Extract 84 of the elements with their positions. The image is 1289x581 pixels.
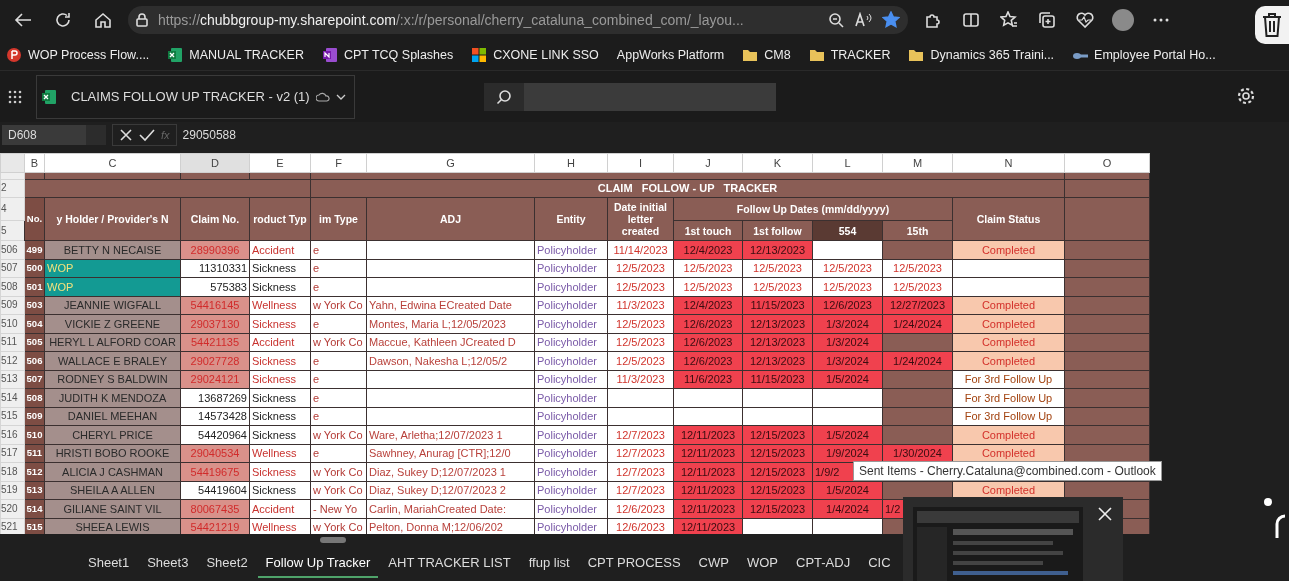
bookmark[interactable]: Employee Portal Ho...: [1072, 47, 1216, 63]
search-icon[interactable]: [496, 89, 512, 105]
cloud-icon: [315, 91, 330, 102]
heart-pulse-icon[interactable]: [1075, 11, 1095, 29]
sheet-tab[interactable]: CIC: [860, 549, 899, 578]
column-header[interactable]: O: [1064, 153, 1150, 172]
column-heading: Entity: [534, 197, 608, 241]
app-launcher-icon[interactable]: [8, 89, 22, 104]
excel-icon: [167, 47, 184, 63]
column-header[interactable]: L: [812, 153, 883, 172]
url-text: https://chubbgroup-my.sharepoint.com/:x:/r/personal/cherry_cataluna_combined_com/_layou...: [158, 12, 745, 28]
document-title[interactable]: CLAIMS FOLLOW UP TRACKER - v2 (1): [36, 74, 355, 119]
folder-icon: [742, 47, 759, 63]
settings-icon[interactable]: [1237, 87, 1255, 105]
pdf-icon: [6, 47, 22, 63]
star-icon[interactable]: [882, 11, 900, 29]
close-icon: [1098, 507, 1112, 521]
column-heading: Follow Up Dates (mm/dd/yyyy): [673, 197, 953, 221]
trash-icon[interactable]: [1261, 12, 1283, 38]
column-heading: Claim No.: [180, 197, 250, 241]
tiles-icon: [471, 47, 488, 63]
column-header[interactable]: K: [742, 153, 813, 172]
excel-icon: [41, 88, 57, 105]
sheet-tab[interactable]: CWP: [690, 549, 737, 578]
column-header[interactable]: J: [673, 153, 743, 172]
formula-value: 29050588: [182, 128, 236, 142]
bookmark[interactable]: TRACKER: [808, 47, 891, 63]
column-header[interactable]: G: [366, 153, 535, 172]
bookmark[interactable]: AppWorks Platform: [616, 48, 725, 62]
column-heading: roduct Typ: [249, 197, 311, 241]
column-header[interactable]: N: [952, 153, 1065, 172]
lock-icon: [136, 13, 148, 27]
profile-avatar[interactable]: [1112, 9, 1134, 31]
sheet-tab[interactable]: CPT PROCESS: [579, 549, 689, 578]
row-number: 5: [0, 220, 25, 241]
column-header[interactable]: E: [249, 153, 311, 172]
row-number: 4: [0, 197, 25, 221]
column-heading: No.: [24, 197, 45, 241]
bookmark[interactable]: CM8: [742, 47, 791, 63]
column-heading: im Type: [310, 197, 367, 241]
column-header[interactable]: F: [310, 153, 367, 172]
column-header[interactable]: D: [180, 153, 250, 172]
column-header[interactable]: H: [534, 153, 608, 172]
bookmark[interactable]: WOP Process Flow....: [6, 47, 150, 63]
folder-icon: [908, 47, 925, 63]
column-header[interactable]: C: [44, 153, 181, 172]
sheet-tab[interactable]: AHT TRACKER LIST: [380, 549, 519, 578]
refresh-icon[interactable]: [54, 11, 72, 29]
more-icon[interactable]: [1153, 18, 1169, 22]
address-bar[interactable]: https://chubbgroup-my.sharepoint.com/:x:/r/personal/cherry_cataluna_combined_com/_layou...: [128, 6, 908, 34]
column-heading: ADJ: [366, 197, 535, 241]
collections-icon[interactable]: [1038, 11, 1056, 29]
cancel-icon[interactable]: [119, 128, 133, 142]
search-field[interactable]: [484, 83, 776, 111]
sheet-tab[interactable]: CPT-ADJ: [788, 549, 859, 578]
column-heading: Date initial letter created: [607, 197, 674, 241]
back-icon[interactable]: [14, 12, 32, 28]
sheet-tab[interactable]: ffup list: [520, 549, 578, 578]
sheet-tab[interactable]: Sheet1: [80, 549, 138, 578]
onenote-icon: [321, 47, 338, 63]
bookmark[interactable]: CPT TCQ Splashes: [321, 47, 454, 63]
split-screen-icon[interactable]: [962, 11, 980, 29]
bookmark[interactable]: Dynamics 365 Traini...: [908, 47, 1055, 63]
home-icon[interactable]: [94, 11, 112, 29]
check-icon[interactable]: [139, 128, 155, 142]
bookmark[interactable]: MANUAL TRACKER: [167, 47, 304, 63]
tooltip: Sent Items - Cherry.Cataluna@combined.com - Outlook: [853, 461, 1162, 481]
column-heading: Claim Status: [952, 197, 1065, 241]
column-header[interactable]: M: [882, 153, 953, 172]
puzzle-icon[interactable]: [924, 11, 942, 29]
sheet-tab[interactable]: WOP: [738, 549, 786, 578]
zoom-out-icon[interactable]: [828, 12, 844, 28]
bookmark[interactable]: CXONE LINK SSO: [471, 47, 599, 63]
column-header[interactable]: I: [607, 153, 674, 172]
column-heading: y Holder / Provider's N: [44, 197, 181, 241]
folder-icon: [808, 47, 825, 63]
sheet-tab[interactable]: Sheet2: [198, 549, 256, 578]
caret-icon: [335, 93, 346, 100]
name-box[interactable]: D608: [2, 125, 86, 145]
sheet-tab[interactable]: Follow Up Tracker: [257, 549, 379, 578]
sheet-tab[interactable]: Sheet3: [139, 549, 197, 578]
read-aloud-icon[interactable]: [854, 12, 872, 28]
scrollbar-thumb[interactable]: [320, 537, 346, 543]
favorites-icon[interactable]: [1000, 11, 1018, 29]
